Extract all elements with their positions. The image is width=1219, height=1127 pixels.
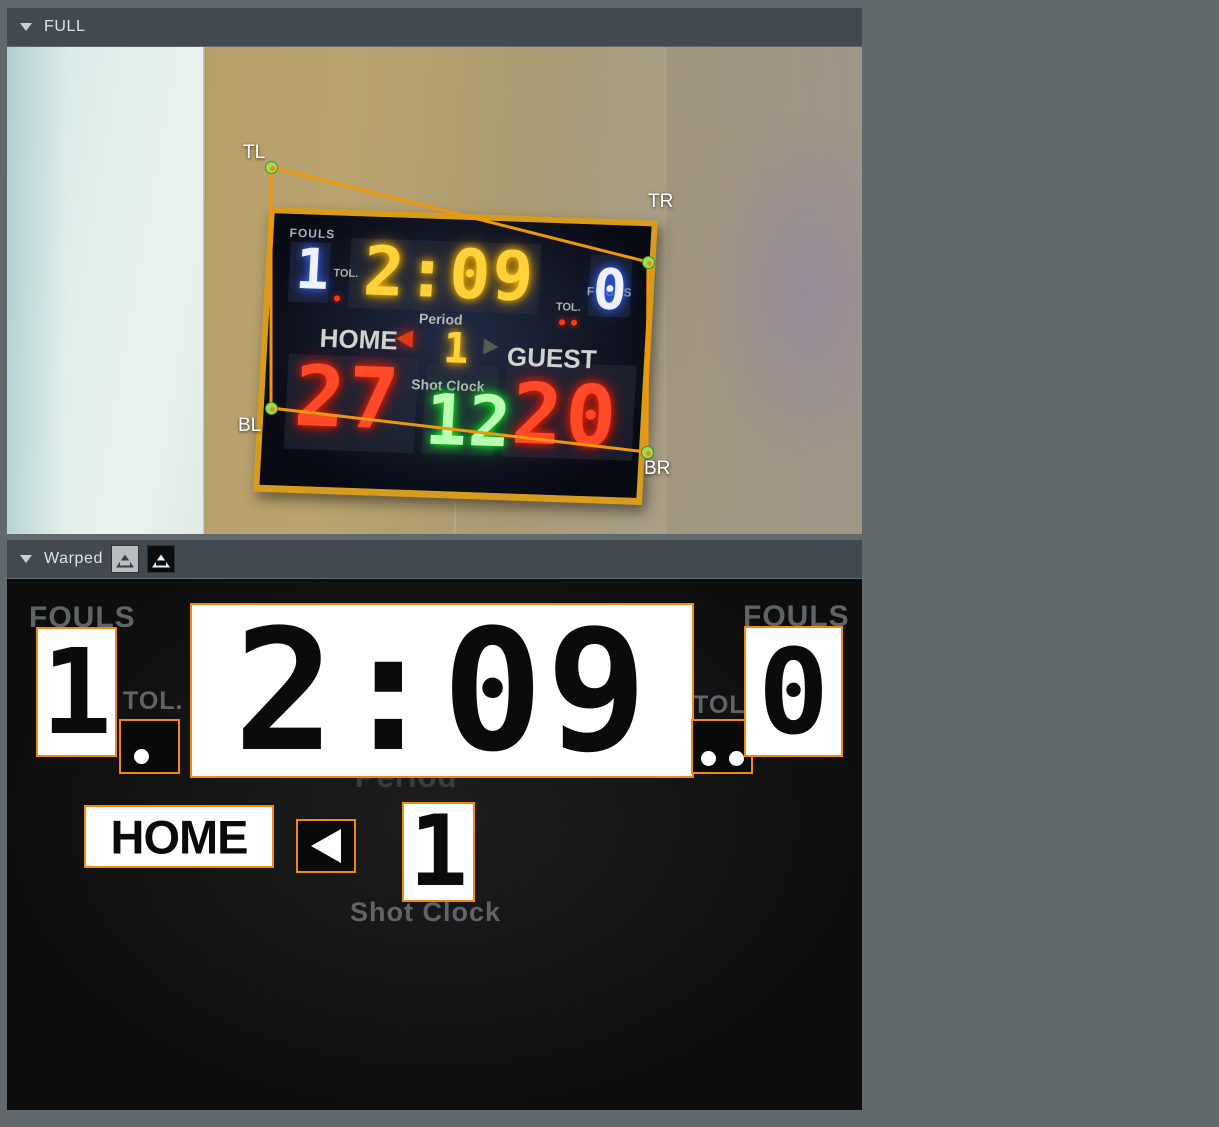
corner-handle-tl[interactable] [265, 161, 278, 174]
board-period: 1 [442, 327, 470, 370]
image-peak-icon-dark[interactable] [147, 545, 175, 573]
corner-label-tr: TR [648, 191, 673, 213]
scoreboard-device: FOULS FOULS TOL. TOL. Period Shot Clock … [253, 207, 658, 505]
board-away-tol-dot-1 [559, 319, 565, 325]
board-tol-right-label: TOL. [556, 301, 582, 314]
triangle-down-icon[interactable] [20, 23, 32, 31]
warped-tol-right-label: TOL [693, 691, 746, 720]
wall-shadow [667, 47, 862, 534]
board-home-score: 27 [292, 354, 404, 442]
roi-clock[interactable]: 2:09 [190, 603, 694, 778]
corner-label-tl: TL [243, 142, 265, 164]
triangle-down-icon[interactable] [20, 555, 32, 563]
roi-homeFouls[interactable]: 1 [36, 627, 117, 757]
full-panel-header[interactable]: FULL [7, 8, 862, 46]
warped-panel-header[interactable]: Warped [7, 540, 862, 578]
right-panel: Sources NDI-FREED (Channel 1) SMURF key … [869, 0, 1219, 1127]
board-clock: 2:09 [362, 238, 537, 312]
wall-seam [203, 47, 206, 534]
board-away-score: 20 [510, 372, 622, 460]
warped-panel-title: Warped [44, 550, 103, 568]
board-shot-clock: 12 [423, 385, 513, 458]
roi-hPoss[interactable] [296, 819, 356, 873]
corner-label-bl: BL [238, 415, 261, 437]
wall-left [7, 47, 212, 534]
corner-handle-tr[interactable] [642, 256, 655, 269]
camera-full-view[interactable]: FOULS FOULS TOL. TOL. Period Shot Clock … [7, 47, 862, 534]
board-away-fouls: 0 [591, 262, 628, 319]
image-peak-icon-light[interactable] [111, 545, 139, 573]
roi-awayFouls[interactable]: 0 [744, 626, 843, 757]
board-away-possession-arrow [483, 339, 499, 355]
corner-handle-bl[interactable] [265, 402, 278, 415]
board-home-fouls: 1 [294, 242, 331, 299]
warped-tol-left-label: TOL. [123, 687, 183, 716]
corner-label-br: BR [644, 458, 670, 480]
roi-homeDots[interactable] [119, 719, 180, 774]
corner-handle-br[interactable] [641, 446, 654, 459]
roi-period[interactable]: 1 [402, 802, 475, 902]
board-tol-left-label: TOL. [333, 267, 359, 280]
left-column: FULL FOULS FOULS TO [0, 0, 869, 1127]
board-away-tol-dot-2 [571, 320, 577, 326]
board-home-tol-dot [334, 295, 340, 301]
power-cable [454, 502, 456, 534]
board-home-possession-arrow [395, 329, 413, 348]
full-panel-title: FULL [44, 18, 86, 36]
warped-view[interactable]: FOULS FOULS TOL. TOL Period Shot Clock 1… [7, 579, 862, 1110]
roi-home[interactable]: HOME [84, 805, 274, 868]
scoreboard-screen: FOULS FOULS TOL. TOL. Period Shot Clock … [259, 213, 651, 498]
